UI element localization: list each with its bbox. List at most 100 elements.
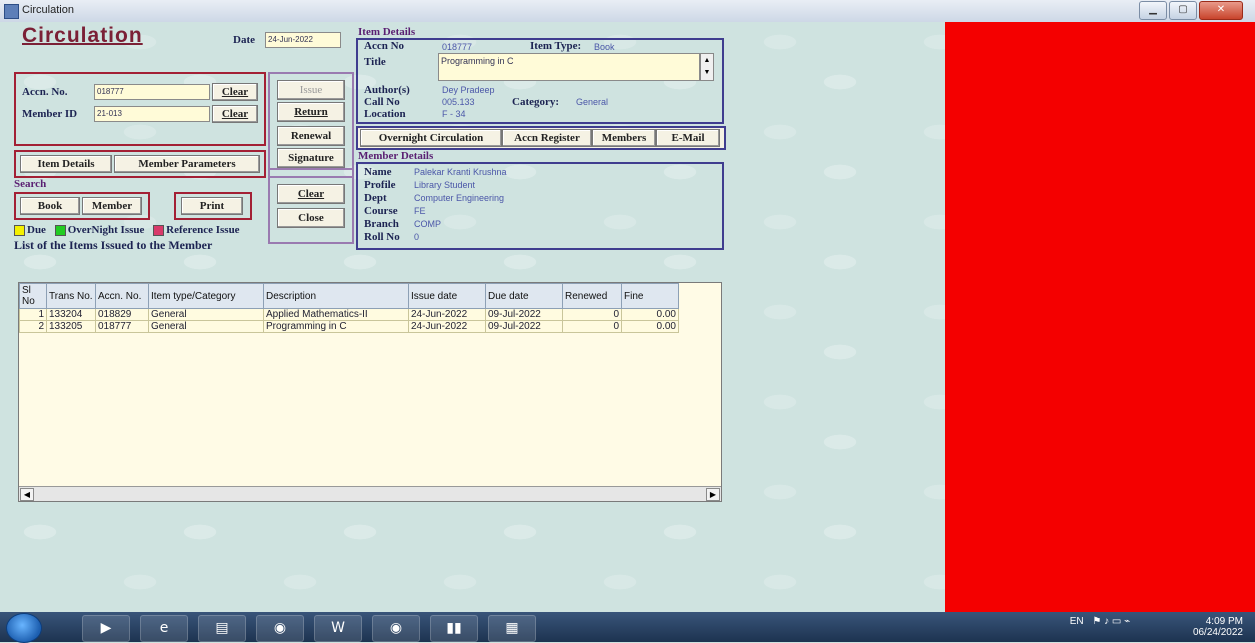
legend-reference: Reference Issue bbox=[166, 224, 240, 236]
table-row[interactable]: 2 133205 018777 General Programming in C 24-J… bbox=[19, 320, 679, 333]
clock-date[interactable]: 06/24/2022 bbox=[1193, 627, 1243, 638]
clock-time[interactable]: 4:09 PM bbox=[1206, 616, 1243, 627]
column-header[interactable]: Accn. No. bbox=[95, 283, 149, 309]
column-header[interactable]: Item type/Category bbox=[148, 283, 264, 309]
member-parameters-button[interactable]: Member Parameters bbox=[114, 155, 260, 173]
red-background-panel bbox=[945, 22, 1255, 612]
item-author-value: Dey Pradeep bbox=[442, 85, 495, 95]
legend: Due OverNight Issue Reference Issue bbox=[14, 224, 240, 236]
scroll-left-arrow-icon[interactable]: ◀ bbox=[20, 488, 34, 501]
word-icon[interactable]: W bbox=[314, 615, 362, 642]
member-dept-value: Computer Engineering bbox=[414, 193, 505, 203]
table-cell: 1 bbox=[19, 308, 47, 321]
column-header[interactable]: Description bbox=[263, 283, 409, 309]
internet-explorer-icon[interactable]: e bbox=[140, 615, 188, 642]
detail-tabs-panel: Item Details Member Parameters bbox=[14, 150, 266, 178]
table-cell: 0.00 bbox=[621, 308, 679, 321]
member-profile-label: Profile bbox=[364, 179, 396, 191]
toolbar: Overnight Circulation Accn Register Memb… bbox=[356, 126, 726, 150]
library-app-icon[interactable]: ▮▮ bbox=[430, 615, 478, 642]
signature-button[interactable]: Signature bbox=[277, 148, 345, 168]
table-cell: 018777 bbox=[95, 320, 149, 333]
file-explorer-icon[interactable]: ▤ bbox=[198, 615, 246, 642]
date-field[interactable]: 24-Jun-2022 bbox=[265, 32, 341, 48]
close-button[interactable]: Close bbox=[277, 208, 345, 228]
media-player-icon[interactable]: ▶ bbox=[82, 615, 130, 642]
item-category-value: General bbox=[576, 97, 609, 107]
member-dept-label: Dept bbox=[364, 192, 387, 204]
table-cell: 0 bbox=[562, 308, 622, 321]
table-cell: General bbox=[148, 320, 264, 333]
window-titlebar: Circulation ▁ ▢ ✕ bbox=[0, 0, 1255, 23]
table-cell: General bbox=[148, 308, 264, 321]
due-swatch bbox=[14, 224, 25, 236]
minimize-button[interactable]: ▁ bbox=[1139, 1, 1167, 20]
member-branch-value: COMP bbox=[414, 219, 441, 229]
accn-input[interactable]: 018777 bbox=[94, 84, 210, 100]
renewal-button[interactable]: Renewal bbox=[277, 126, 345, 146]
column-header[interactable]: Sl No bbox=[19, 283, 47, 309]
email-button[interactable]: E-Mail bbox=[656, 129, 720, 147]
start-button[interactable] bbox=[6, 613, 42, 643]
column-header[interactable]: Renewed bbox=[562, 283, 622, 309]
column-header[interactable]: Due date bbox=[485, 283, 563, 309]
member-name-label: Name bbox=[364, 166, 392, 178]
issued-items-grid[interactable]: Sl No Trans No. Accn. No. Item type/Categor… bbox=[18, 282, 722, 502]
overnight-circulation-button[interactable]: Overnight Circulation bbox=[360, 129, 502, 147]
taskbar: ▶ e ▤ ◉ W ◉ ▮▮ ▦ EN ⚑ ♪ ▭ ⌁ 4:09 PM 06/2… bbox=[0, 612, 1255, 643]
search-book-button[interactable]: Book bbox=[20, 197, 80, 215]
return-button[interactable]: Return bbox=[277, 102, 345, 122]
clear-button[interactable]: Clear bbox=[277, 184, 345, 204]
member-roll-value: 0 bbox=[414, 232, 420, 242]
column-header[interactable]: Fine bbox=[621, 283, 679, 309]
item-category-label: Category: bbox=[512, 96, 560, 108]
print-panel: Print bbox=[174, 192, 252, 220]
table-cell: 24-Jun-2022 bbox=[408, 320, 486, 333]
item-details-button[interactable]: Item Details bbox=[20, 155, 112, 173]
column-header[interactable]: Issue date bbox=[408, 283, 486, 309]
language-indicator[interactable]: EN bbox=[1070, 616, 1084, 627]
item-callno-label: Call No bbox=[364, 96, 400, 108]
chrome-icon[interactable]: ◉ bbox=[256, 615, 304, 642]
members-button[interactable]: Members bbox=[592, 129, 656, 147]
window-title: Circulation bbox=[22, 4, 74, 16]
member-branch-label: Branch bbox=[364, 218, 399, 230]
item-type-value: Book bbox=[594, 42, 615, 52]
scroll-right-arrow-icon[interactable]: ▶ bbox=[706, 488, 720, 501]
member-id-input[interactable]: 21-013 bbox=[94, 106, 210, 122]
chrome-window-icon[interactable]: ◉ bbox=[372, 615, 420, 642]
item-title-label: Title bbox=[364, 56, 386, 68]
print-button[interactable]: Print bbox=[181, 197, 243, 215]
tray-icons[interactable]: ⚑ ♪ ▭ ⌁ bbox=[1092, 616, 1130, 627]
accn-register-button[interactable]: Accn Register bbox=[502, 129, 592, 147]
grid-horizontal-scrollbar[interactable]: ◀ ▶ bbox=[19, 486, 721, 501]
member-name-value: Palekar Kranti Krushna bbox=[414, 167, 507, 177]
member-details-section-title: Member Details bbox=[358, 150, 434, 162]
item-details-panel: Accn No 018777 Item Type: Book Title Pro… bbox=[356, 38, 724, 124]
maximize-button[interactable]: ▢ bbox=[1169, 1, 1197, 20]
item-accn-value: 018777 bbox=[442, 42, 473, 52]
table-cell: 133204 bbox=[46, 308, 96, 321]
issue-button[interactable]: Issue bbox=[277, 80, 345, 100]
action-panel-bottom: Clear Close bbox=[268, 168, 354, 244]
table-cell: 0 bbox=[562, 320, 622, 333]
item-author-label: Author(s) bbox=[364, 84, 410, 96]
clear-member-button[interactable]: Clear bbox=[212, 105, 258, 123]
circulation-app-icon[interactable]: ▦ bbox=[488, 615, 536, 642]
member-course-value: FE bbox=[414, 206, 426, 216]
table-row[interactable]: 1 133204 018829 General Applied Mathematics-… bbox=[19, 308, 679, 321]
column-header[interactable]: Trans No. bbox=[46, 283, 96, 309]
search-member-button[interactable]: Member bbox=[82, 197, 142, 215]
date-label: Date bbox=[233, 34, 255, 46]
clear-accn-button[interactable]: Clear bbox=[212, 83, 258, 101]
accn-label: Accn. No. bbox=[22, 86, 68, 98]
item-title-field[interactable]: Programming in C bbox=[438, 53, 700, 81]
page-title: Circulation bbox=[22, 24, 143, 47]
item-accn-label: Accn No bbox=[364, 40, 405, 52]
member-profile-value: Library Student bbox=[414, 180, 476, 190]
title-scrollbar[interactable]: ▲ ▼ bbox=[700, 53, 714, 81]
action-panel-top: Issue Return Renewal Signature bbox=[268, 72, 354, 178]
close-window-button[interactable]: ✕ bbox=[1199, 1, 1243, 20]
table-cell: 09-Jul-2022 bbox=[485, 320, 563, 333]
table-cell: Programming in C bbox=[263, 320, 409, 333]
